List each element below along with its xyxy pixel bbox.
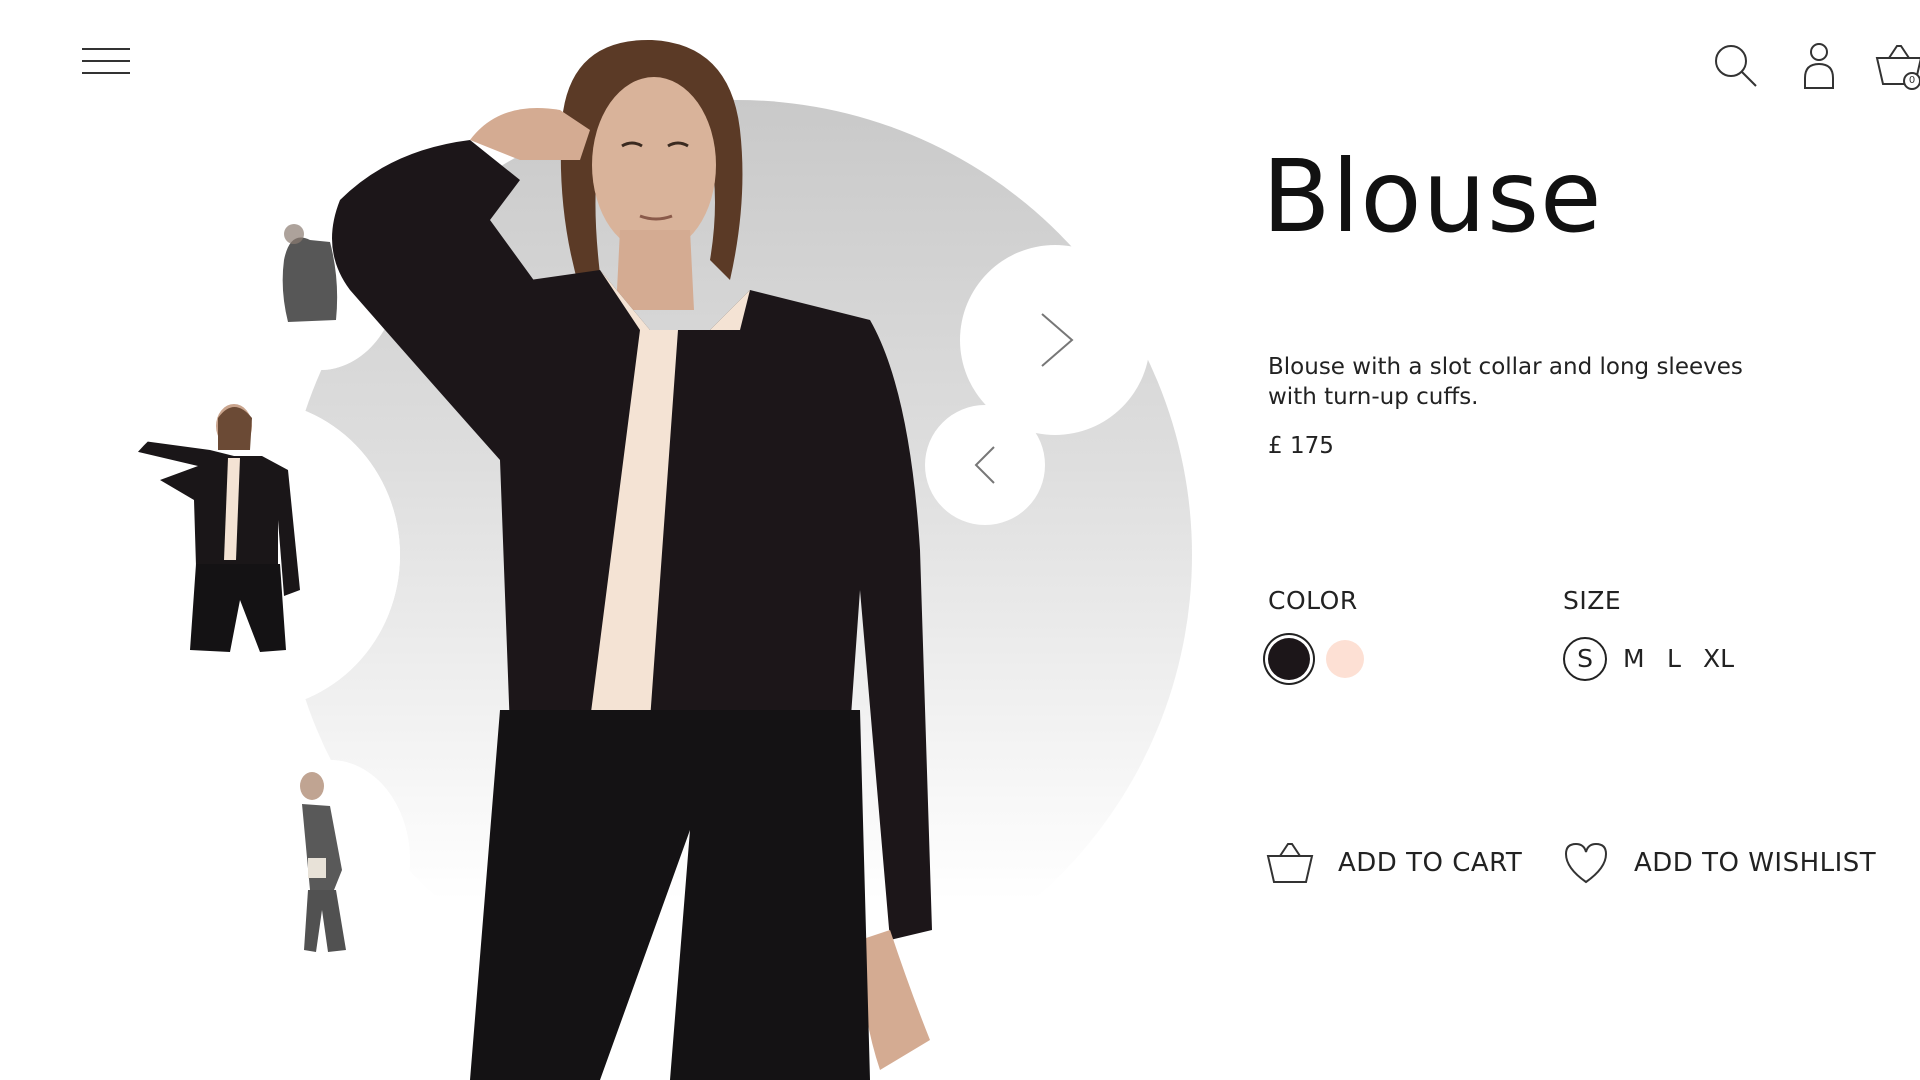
header-icons: 0 [1500, 40, 1920, 100]
color-swatch-black[interactable] [1268, 638, 1310, 680]
add-to-cart-label: ADD TO CART [1338, 848, 1523, 878]
product-title: Blouse [1262, 138, 1603, 255]
product-description: Blouse with a slot collar and long sleev… [1268, 354, 1743, 410]
color-label: COLOR [1268, 586, 1358, 615]
search-icon[interactable] [1710, 40, 1762, 92]
menu-line [82, 48, 130, 50]
size-option-m[interactable]: M [1623, 640, 1645, 678]
product-price: £ 175 [1268, 433, 1334, 459]
add-to-wishlist-label: ADD TO WISHLIST [1634, 848, 1877, 878]
basket-icon[interactable]: 0 [1873, 40, 1920, 92]
hamburger-menu-icon[interactable] [82, 46, 130, 76]
add-to-cart-button[interactable]: ADD TO CART [1266, 838, 1522, 888]
heart-icon [1564, 842, 1608, 884]
basket-icon [1266, 843, 1314, 883]
color-swatch-peach[interactable] [1326, 640, 1364, 678]
product-model-image [270, 30, 970, 1080]
menu-line [82, 72, 130, 74]
chevron-right-icon [1041, 313, 1074, 367]
size-label: SIZE [1563, 586, 1622, 615]
size-option-xl[interactable]: XL [1703, 640, 1734, 678]
prev-image-button[interactable] [925, 405, 1045, 525]
chevron-left-icon [974, 446, 995, 484]
size-option-s[interactable]: S [1563, 637, 1607, 681]
user-icon[interactable] [1793, 40, 1845, 92]
cart-count-badge: 0 [1903, 72, 1920, 90]
add-to-wishlist-button[interactable]: ADD TO WISHLIST [1562, 838, 1876, 888]
menu-line [82, 60, 130, 62]
size-option-l[interactable]: L [1667, 640, 1681, 678]
